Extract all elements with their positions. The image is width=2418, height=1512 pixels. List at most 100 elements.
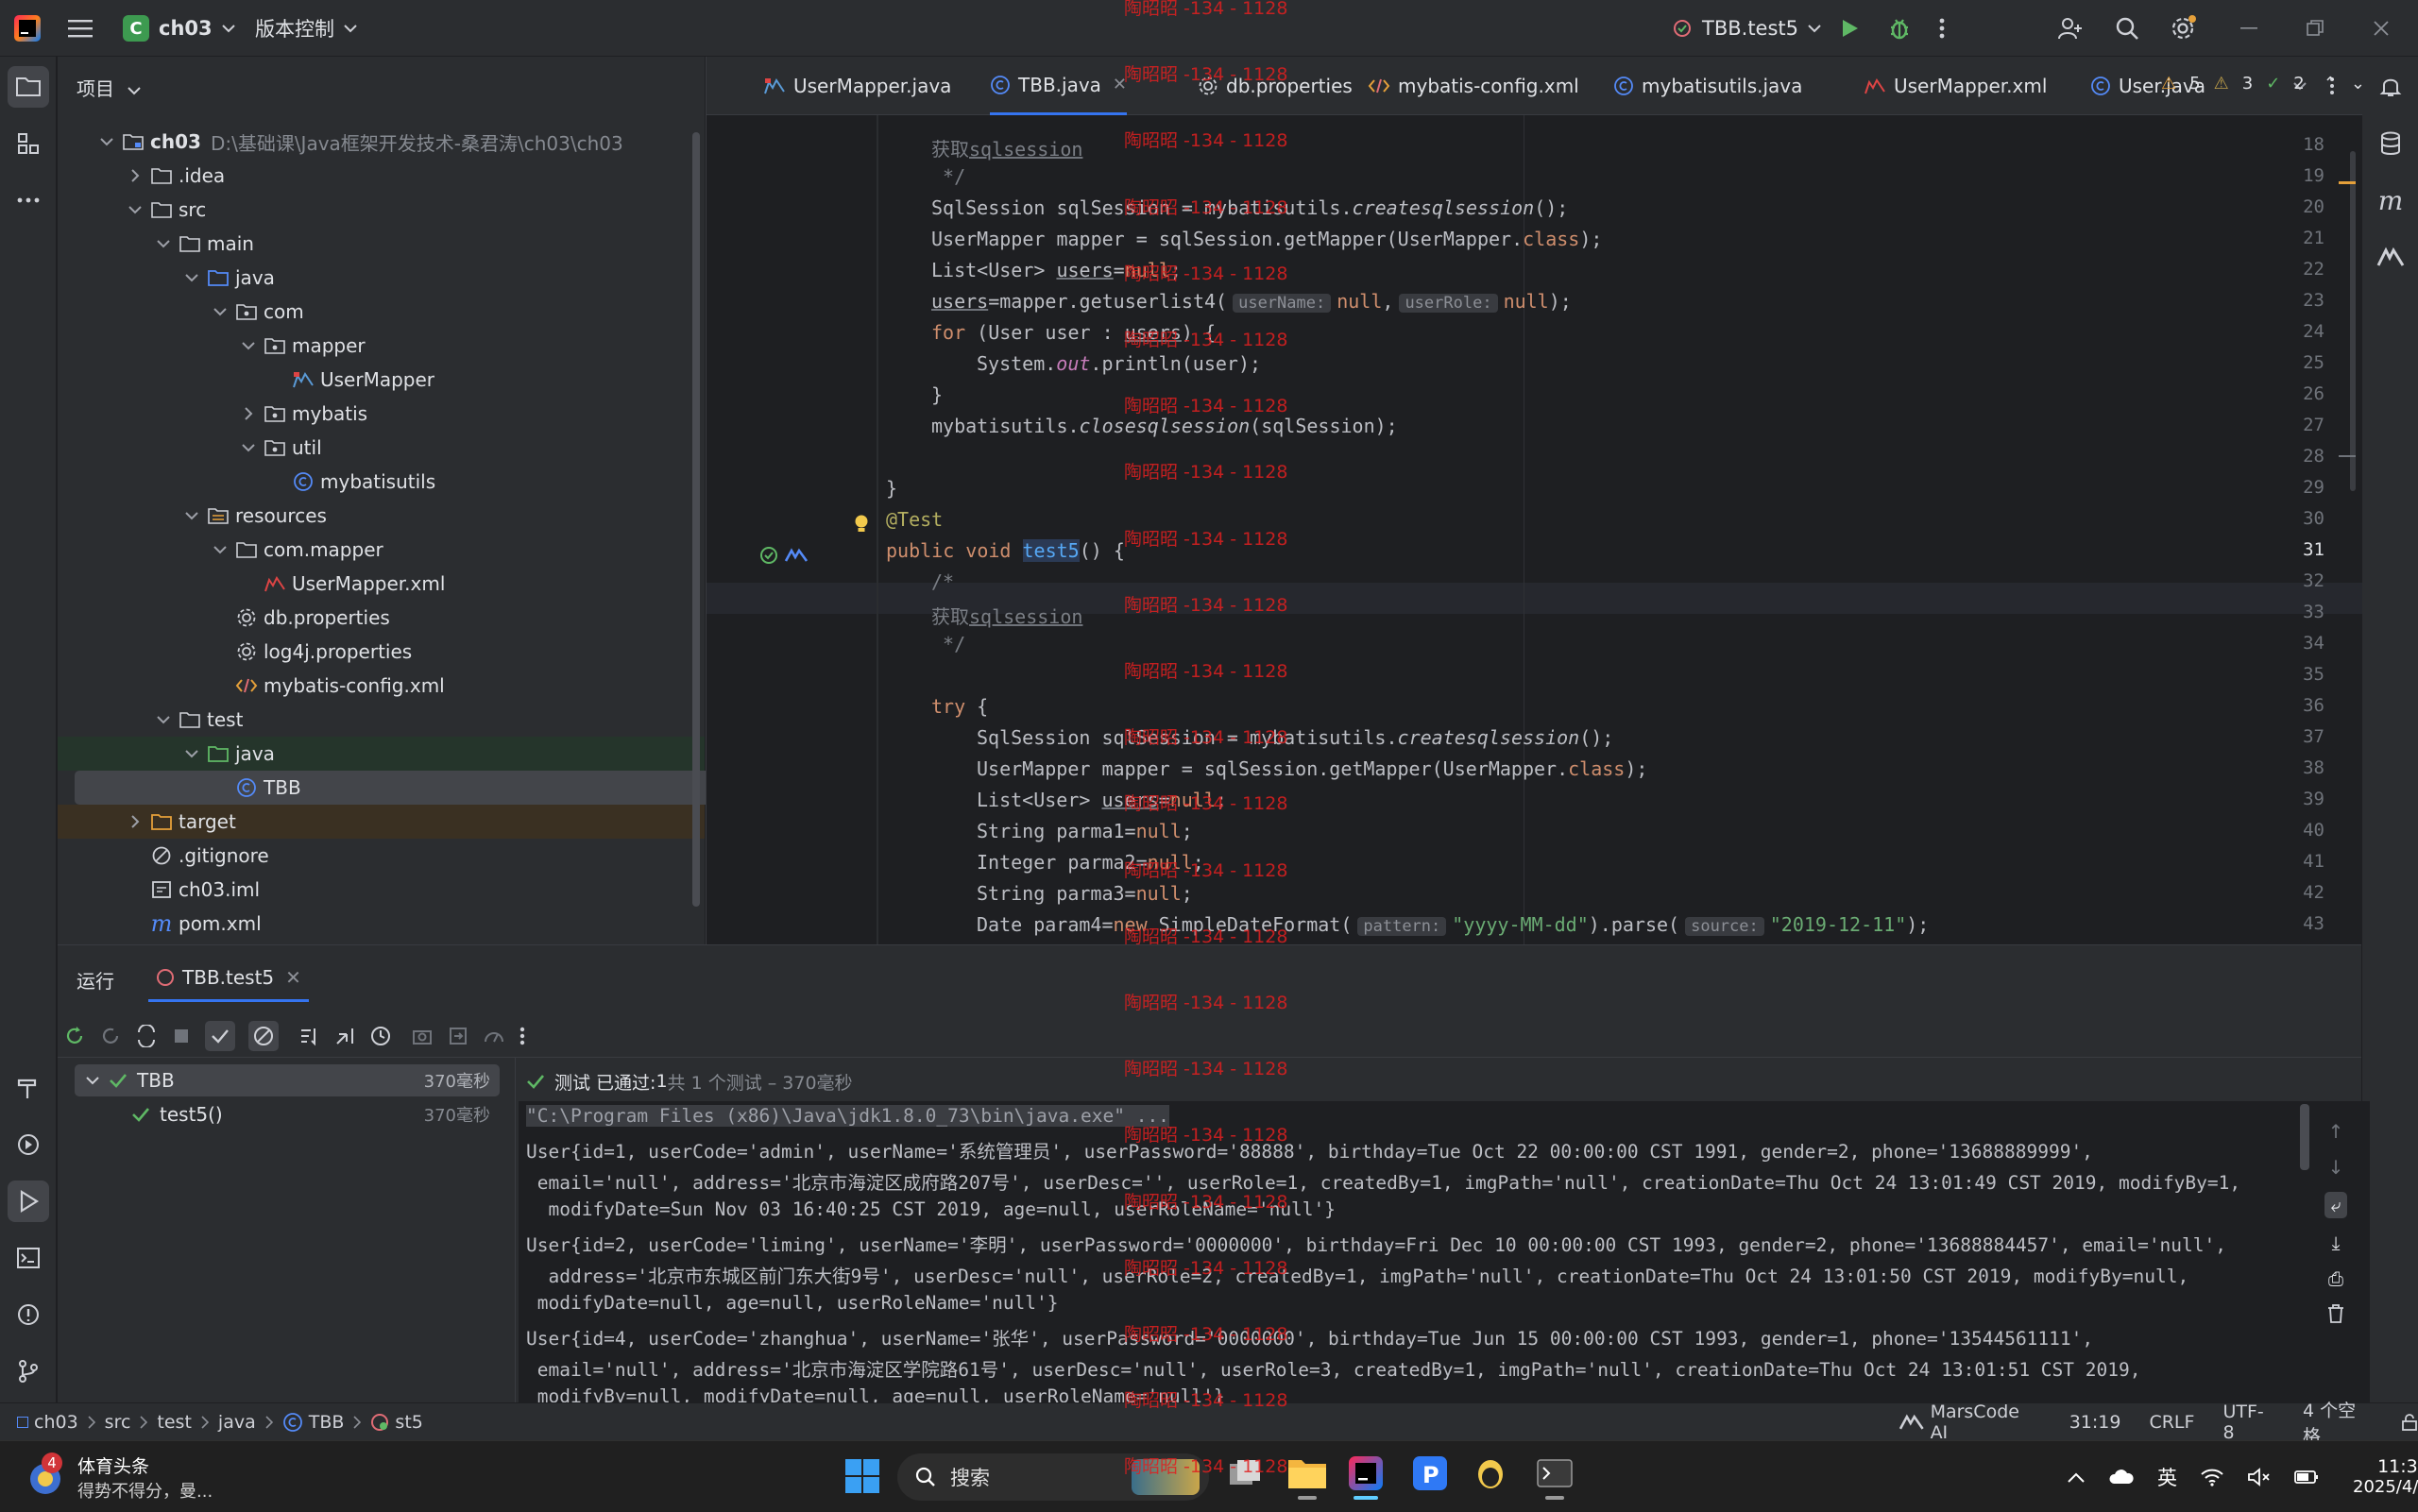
show-ignored-icon[interactable] (248, 1021, 279, 1051)
clock[interactable]: 11:39 2025/4/2 (2353, 1456, 2418, 1497)
tree-item-2[interactable]: src (58, 193, 705, 227)
project-tool-icon[interactable] (8, 66, 49, 108)
run-button[interactable] (1838, 0, 1861, 57)
more-actions-icon[interactable] (519, 1026, 526, 1046)
chevron-down-icon[interactable] (239, 336, 258, 355)
tree-item-22[interactable]: ch03.iml (58, 873, 705, 907)
tree-item-6[interactable]: mapper (58, 329, 705, 363)
chevron-down-icon[interactable] (154, 710, 173, 729)
breadcrumb-item[interactable]: src (105, 1412, 131, 1433)
rerun-failed-icon[interactable] (99, 1025, 122, 1047)
chevron-right-icon[interactable] (126, 166, 145, 185)
export-icon[interactable] (447, 1025, 469, 1047)
volume-muted-icon[interactable] (2247, 1467, 2272, 1487)
show-passed-icon[interactable] (205, 1021, 235, 1051)
editor-scrollbar[interactable] (2348, 151, 2358, 491)
toggle-auto-test-icon[interactable] (135, 1025, 158, 1047)
chevron-down-icon[interactable] (239, 438, 258, 457)
tray-expand-icon[interactable] (2067, 1470, 2086, 1484)
test-row-class[interactable]: TBB 370毫秒 (75, 1064, 500, 1096)
tree-item-12[interactable]: com.mapper (58, 533, 705, 567)
intellij-taskbar-icon[interactable] (1347, 1454, 1385, 1500)
breadcrumb-item[interactable]: st5 (370, 1412, 423, 1433)
wifi-icon[interactable] (2200, 1468, 2224, 1487)
debug-button[interactable] (1887, 0, 1912, 57)
close-tab-icon[interactable]: ✕ (285, 966, 301, 989)
coverage-icon[interactable] (483, 1025, 505, 1047)
news-widget[interactable]: 4 体育头条 得势不得分，曼... (25, 1451, 270, 1504)
search-icon[interactable] (2114, 0, 2140, 57)
chevron-down-icon[interactable] (154, 234, 173, 253)
test-row-method[interactable]: test5() 370毫秒 (75, 1098, 500, 1130)
editor-tab-1[interactable]: TBB.java ✕ (990, 57, 1128, 115)
tree-item-10[interactable]: mybatisutils (58, 465, 705, 499)
chevron-up-icon[interactable]: ⌃ (2324, 74, 2338, 93)
clear-trash-icon[interactable] (2326, 1303, 2345, 1324)
tree-item-7[interactable]: UserMapper (58, 363, 705, 397)
tree-item-15[interactable]: log4j.properties (58, 635, 705, 669)
tree-item-23[interactable]: m pom.xml (58, 907, 705, 941)
project-switcher[interactable]: C ch03 (123, 0, 235, 57)
chevron-down-icon[interactable] (126, 200, 145, 219)
chevron-down-icon[interactable] (97, 132, 116, 151)
run-tool-icon[interactable] (8, 1181, 49, 1222)
notifications-icon[interactable] (2370, 66, 2411, 108)
qq-taskbar-icon[interactable] (1472, 1454, 1509, 1492)
tree-item-9[interactable]: util (58, 431, 705, 465)
marscode-icon[interactable] (2370, 236, 2411, 278)
soft-wrap-icon[interactable]: ⤶ (2324, 1192, 2347, 1218)
pycharm-taskbar-icon[interactable]: P (1411, 1454, 1449, 1492)
windows-start-icon[interactable] (844, 1458, 880, 1494)
tree-item-0[interactable]: ch03 D:\基础课\Java框架开发技术-桑君涛\ch03\ch03 (58, 125, 705, 159)
breadcrumb-item[interactable]: java (218, 1412, 256, 1433)
breadcrumb-item[interactable]: test (157, 1412, 192, 1433)
terminal-taskbar-icon[interactable] (1536, 1454, 1574, 1500)
stop-icon[interactable] (171, 1026, 192, 1046)
tree-item-5[interactable]: com (58, 295, 705, 329)
ime-indicator[interactable]: 英 (2157, 1463, 2177, 1491)
tree-item-16[interactable]: mybatis-config.xml (58, 669, 705, 703)
chevron-right-icon[interactable] (126, 812, 145, 831)
database-icon[interactable] (2370, 123, 2411, 164)
battery-icon[interactable] (2294, 1470, 2319, 1485)
run-tab[interactable]: TBB.test5 ✕ (148, 955, 309, 1002)
build-tool-icon[interactable] (8, 1067, 49, 1109)
chevron-right-icon[interactable] (239, 404, 258, 423)
scroll-up-icon[interactable]: ↑ (2328, 1120, 2344, 1143)
run-test-gutter-icon[interactable] (759, 546, 778, 565)
close-window-icon[interactable] (2373, 0, 2390, 57)
tree-item-8[interactable]: mybatis (58, 397, 705, 431)
editor-tab-0[interactable]: UserMapper.java (763, 57, 951, 115)
caret-position[interactable]: 31:19 (2069, 1412, 2121, 1433)
add-user-icon[interactable] (2057, 0, 2084, 57)
vcs-menu[interactable]: 版本控制 (255, 0, 357, 57)
tree-item-3[interactable]: main (58, 227, 705, 261)
terminal-tool-icon[interactable] (8, 1237, 49, 1279)
problems-tool-icon[interactable] (8, 1294, 49, 1335)
breadcrumb-item[interactable]: TBB (282, 1412, 344, 1433)
git-tool-icon[interactable] (8, 1351, 49, 1392)
chevron-down-icon[interactable] (211, 540, 230, 559)
sort-icon[interactable] (298, 1025, 320, 1047)
file-encoding[interactable]: UTF-8 (2222, 1402, 2274, 1443)
console-scrollbar[interactable] (2300, 1104, 2309, 1170)
tree-item-21[interactable]: .gitignore (58, 839, 705, 873)
console-output[interactable]: "C:\Program Files (x86)\Java\jdk1.8.0_73… (519, 1101, 2370, 1403)
editor-tab-3[interactable]: mybatis-config.xml (1368, 57, 1579, 115)
tree-item-4[interactable]: java (58, 261, 705, 295)
marscode-status[interactable]: MarsCode AI (1899, 1402, 2041, 1443)
marscode-gutter-icon[interactable] (784, 548, 809, 563)
chevron-down-icon[interactable] (211, 302, 230, 321)
tree-item-14[interactable]: db.properties (58, 601, 705, 635)
settings-gear-icon[interactable] (2169, 0, 2197, 57)
history-icon[interactable] (369, 1025, 392, 1047)
breadcrumb-item[interactable]: ch03 (17, 1412, 78, 1433)
restore-icon[interactable] (2307, 0, 2324, 57)
more-actions-icon[interactable] (1938, 0, 1946, 57)
tree-item-17[interactable]: test (58, 703, 705, 737)
code-area[interactable]: 18 19 20 21 22 23 24 25 26 27 28 29 30 31 32 33 34 35 36 37… (707, 115, 2362, 944)
tree-item-13[interactable]: UserMapper.xml (58, 567, 705, 601)
maven-icon[interactable]: m (2370, 179, 2411, 221)
services-tool-icon[interactable] (8, 1124, 49, 1165)
rerun-icon[interactable] (63, 1025, 86, 1047)
